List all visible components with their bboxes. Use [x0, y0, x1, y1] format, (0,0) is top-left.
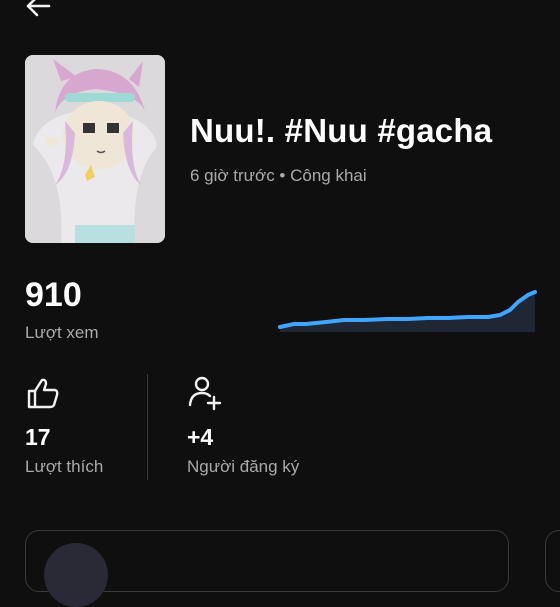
stats-divider — [147, 374, 148, 480]
card-avatar — [44, 543, 108, 607]
back-button[interactable] — [18, 0, 58, 24]
thumbs-up-icon[interactable] — [25, 375, 61, 411]
arrow-left-icon — [26, 0, 51, 17]
next-card[interactable] — [545, 530, 560, 592]
views-count: 910 — [25, 276, 82, 314]
add-person-icon — [187, 375, 223, 411]
views-label: Lượt xem — [25, 323, 99, 342]
views-sparkline — [278, 290, 537, 332]
subscribers-label: Người đăng ký — [187, 457, 300, 476]
likes-label: Lượt thích — [25, 457, 104, 476]
likes-count: 17 — [25, 424, 51, 450]
video-thumbnail[interactable] — [25, 55, 165, 243]
thumbnail-image — [25, 55, 165, 243]
video-title: Nuu!. #Nuu #gacha — [190, 112, 493, 149]
bottom-card[interactable] — [25, 530, 509, 607]
subscribers-count: +4 — [187, 424, 214, 450]
video-meta: 6 giờ trước • Công khai — [190, 166, 367, 185]
card-text-placeholder — [126, 553, 446, 563]
